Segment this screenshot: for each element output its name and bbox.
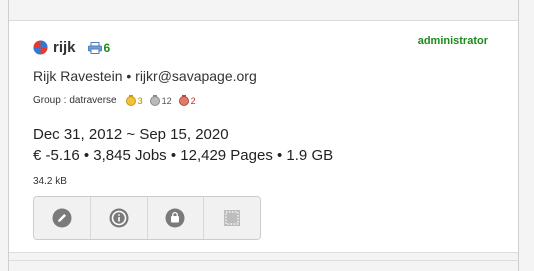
right-border — [518, 0, 519, 271]
printer-count: 6 — [103, 40, 111, 55]
badge-red-count: 2 — [190, 95, 196, 106]
date-range: Dec 31, 2012 ~ Sep 15, 2020 — [33, 126, 229, 143]
pencil-icon — [52, 208, 72, 228]
group-row: Group : datraverse 3 12 2 — [33, 95, 202, 106]
user-card: rijk 6 administrator Rijk Ravestein • ri… — [9, 20, 518, 253]
medal-yellow-icon — [125, 95, 136, 106]
full-name-email: Rijk Ravestein • rijkr@savapage.org — [33, 68, 257, 84]
usage-stats: € -5.16 • 3,845 Jobs • 12,429 Pages • 1.… — [33, 147, 334, 164]
badge-red: 2 — [178, 95, 196, 106]
edit-button[interactable] — [34, 197, 91, 239]
bag-button[interactable] — [147, 197, 205, 239]
medal-red-icon — [178, 95, 189, 106]
select-button[interactable] — [204, 197, 260, 239]
badge-gray: 12 — [149, 95, 172, 106]
role-badge: administrator — [417, 35, 488, 47]
action-bar — [33, 196, 261, 240]
globe-icon — [33, 40, 48, 55]
username[interactable]: rijk — [53, 39, 76, 56]
badge-yellow-count: 3 — [137, 95, 143, 106]
medal-gray-icon — [149, 95, 160, 106]
storage-size: 34.2 kB — [33, 176, 67, 187]
group-value: datraverse — [69, 95, 117, 106]
user-title-row: rijk 6 — [33, 39, 110, 56]
badge-gray-count: 12 — [161, 95, 172, 106]
next-card-top — [9, 260, 518, 261]
dotted-square-icon — [224, 210, 241, 226]
printer-icon — [87, 41, 102, 54]
badge-yellow: 3 — [125, 95, 143, 106]
group-label: Group : — [33, 95, 67, 106]
info-icon — [109, 208, 129, 228]
printer-badge: 6 — [87, 40, 111, 55]
info-button[interactable] — [90, 197, 148, 239]
bag-icon — [165, 208, 185, 228]
